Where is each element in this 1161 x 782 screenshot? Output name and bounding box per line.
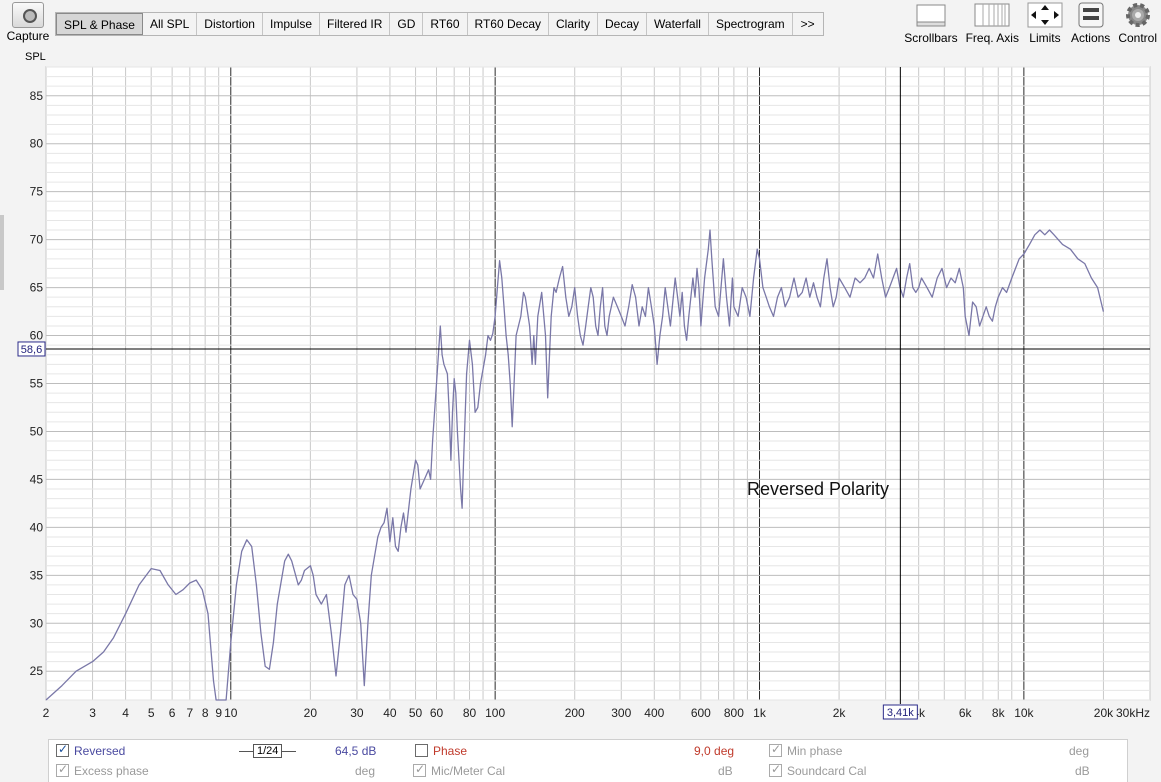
mic-cal-toggle[interactable]: Mic/Meter Cal <box>413 762 506 778</box>
cursor-x-label: 3,41k <box>887 707 914 719</box>
x-tick-label: 10 <box>224 706 238 720</box>
spl-chart[interactable]: 253035404550556065707580852 3 4 5 6 7 8 9 10 20 30… <box>0 0 1161 735</box>
legend-row-2: Excess phase deg Mic/Meter Cal dB Soundc… <box>49 761 1127 781</box>
y-tick-label: 50 <box>30 424 44 438</box>
excess-phase-checkbox[interactable] <box>56 762 69 777</box>
soundcard-cal-checkbox[interactable] <box>769 762 782 777</box>
min-phase-label: Min phase <box>787 744 843 758</box>
phase-toggle[interactable]: Phase <box>415 744 467 758</box>
spl-value: 64,5 dB <box>335 744 377 758</box>
x-tick-label: 30kHz <box>1116 706 1150 720</box>
x-tick-label: 2k <box>833 706 847 720</box>
x-tick-label: 20k <box>1094 706 1114 720</box>
x-tick-label: 7 <box>186 706 193 720</box>
x-tick-label: 30 <box>350 706 364 720</box>
x-tick-label: 4 <box>122 706 129 720</box>
x-tick-label: 50 <box>409 706 423 720</box>
y-tick-label: 70 <box>30 233 44 247</box>
phase-value: 9,0 deg <box>694 744 735 758</box>
x-tick-label: 200 <box>565 706 585 720</box>
x-tick-label: 10k <box>1014 706 1034 720</box>
x-tick-label: 5 <box>148 706 155 720</box>
excess-phase-unit: deg <box>355 764 376 778</box>
y-tick-label: 55 <box>30 377 44 391</box>
min-phase-unit: deg <box>1069 744 1090 758</box>
x-tick-label: 600 <box>691 706 711 720</box>
reversed-toggle[interactable]: Reversed <box>56 742 126 758</box>
mic-cal-label: Mic/Meter Cal <box>431 764 506 778</box>
y-tick-label: 65 <box>30 281 44 295</box>
y-tick-label: 25 <box>30 664 44 678</box>
smoothing-indicator[interactable]: 1/24 <box>239 744 297 758</box>
min-phase-checkbox[interactable] <box>769 742 782 757</box>
y-tick-label: 30 <box>30 616 44 630</box>
x-tick-label: 6 <box>169 706 176 720</box>
x-tick-label: 3 <box>89 706 96 720</box>
y-tick-label: 80 <box>30 137 44 151</box>
min-phase-toggle[interactable]: Min phase <box>769 742 843 758</box>
x-tick-label: 60 <box>430 706 444 720</box>
phase-checkbox[interactable] <box>415 744 428 757</box>
x-tick-label: 400 <box>644 706 664 720</box>
y-tick-label: 85 <box>30 89 44 103</box>
excess-phase-label: Excess phase <box>74 764 149 778</box>
trace-legend-panel: Reversed 1/24 64,5 dB Phase 9,0 deg Min … <box>48 739 1128 782</box>
smoothing-value: 1/24 <box>253 744 283 758</box>
x-tick-label: 300 <box>611 706 631 720</box>
excess-phase-toggle[interactable]: Excess phase <box>56 762 149 778</box>
x-tick-label: 80 <box>463 706 477 720</box>
phase-label: Phase <box>433 744 468 758</box>
x-tick-label: 8 <box>202 706 209 720</box>
y-tick-label: 45 <box>30 472 44 486</box>
x-tick-label: 800 <box>724 706 744 720</box>
x-tick-label: 6k <box>959 706 973 720</box>
x-tick-label: 2 <box>43 706 50 720</box>
y-tick-label: 40 <box>30 520 44 534</box>
x-tick-label: 20 <box>304 706 318 720</box>
cursor-y-label: 58,6 <box>21 344 42 356</box>
y-tick-label: 35 <box>30 568 44 582</box>
legend-row-1: Reversed 1/24 64,5 dB Phase 9,0 deg Min … <box>49 741 1127 761</box>
y-tick-label: 75 <box>30 185 44 199</box>
mic-cal-unit: dB <box>718 764 733 778</box>
reversed-label: Reversed <box>74 744 126 758</box>
x-tick-label: 40 <box>383 706 397 720</box>
soundcard-cal-toggle[interactable]: Soundcard Cal <box>769 762 867 778</box>
soundcard-cal-unit: dB <box>1075 764 1090 778</box>
annotation-text: Reversed Polarity <box>747 479 889 499</box>
rew-window: Capture SPL & Phase All SPL Distortion I… <box>0 0 1161 782</box>
soundcard-cal-label: Soundcard Cal <box>787 764 867 778</box>
x-tick-label: 1k <box>753 706 767 720</box>
mic-cal-checkbox[interactable] <box>413 762 426 777</box>
y-tick-label: 60 <box>30 329 44 343</box>
x-tick-label: 9 <box>215 706 222 720</box>
x-tick-label: 100 <box>485 706 505 720</box>
x-tick-label: 8k <box>992 706 1006 720</box>
reversed-checkbox[interactable] <box>56 742 69 757</box>
